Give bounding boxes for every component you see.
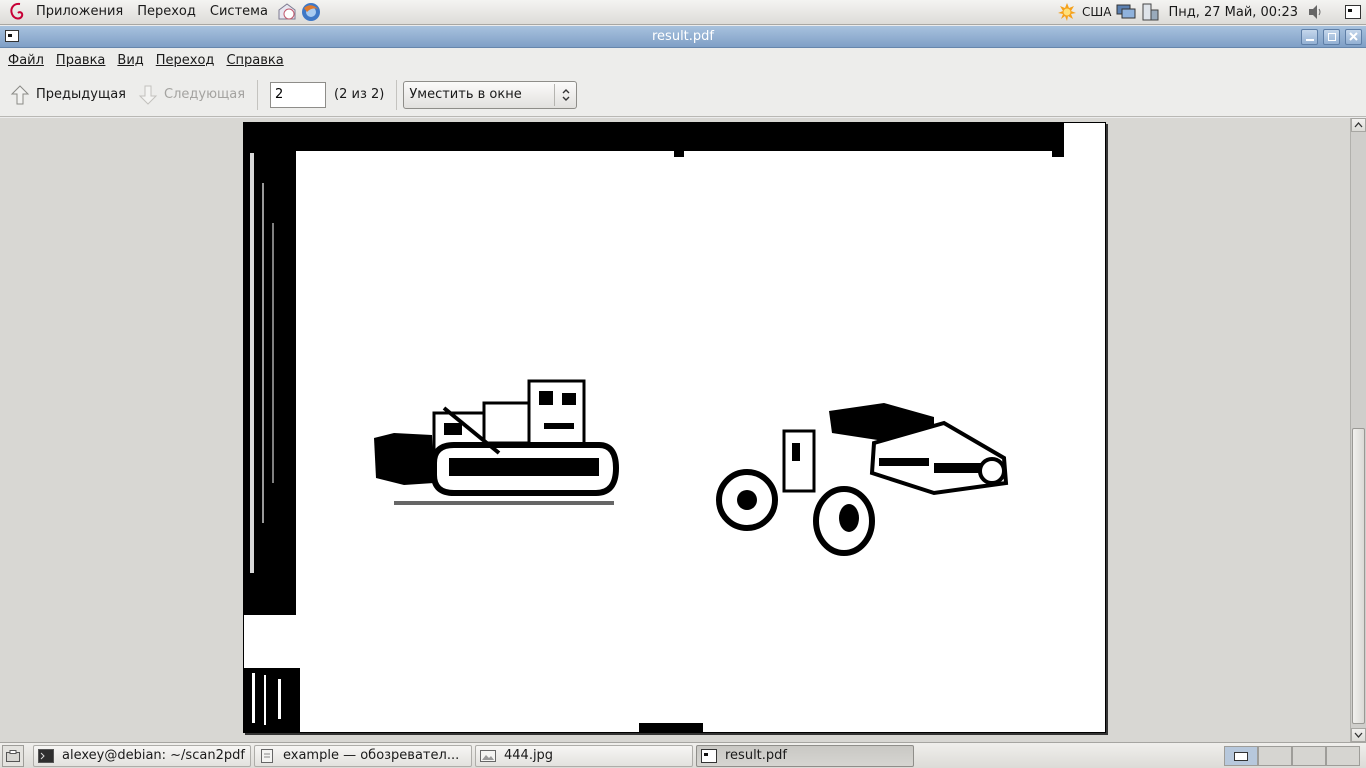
workspace-1[interactable] xyxy=(1224,745,1258,766)
window-titlebar[interactable]: result.pdf xyxy=(0,26,1366,48)
pdf-page xyxy=(243,122,1106,733)
page-number-input[interactable] xyxy=(270,81,327,108)
scrollbar-thumb[interactable] xyxy=(1352,428,1365,724)
next-page-label: Следующая xyxy=(164,87,246,102)
taskbar: alexey@debian: ~/scan2pdf example — обоз… xyxy=(0,742,1366,768)
update-notifier-icon[interactable] xyxy=(1056,1,1078,23)
workspace-switcher xyxy=(1224,745,1360,766)
menu-edit[interactable]: Правка xyxy=(50,49,111,73)
minimize-button[interactable] xyxy=(1301,29,1318,45)
toolbar-separator xyxy=(396,79,398,110)
debian-logo-icon[interactable] xyxy=(7,1,29,23)
mail-clock-launcher-icon[interactable] xyxy=(276,1,298,23)
scroll-down-arrow-icon[interactable] xyxy=(1351,728,1366,742)
file-browser-icon xyxy=(261,748,273,763)
keyboard-layout-indicator[interactable]: США xyxy=(1082,5,1111,19)
panel-clock[interactable]: Пнд, 27 Май, 00:23 xyxy=(1168,5,1298,20)
show-desktop-icon[interactable] xyxy=(2,744,24,767)
window-list-icon[interactable] xyxy=(1342,1,1364,23)
previous-page-button[interactable]: Предыдущая xyxy=(4,77,132,113)
close-button[interactable] xyxy=(1345,29,1362,45)
workspace-2[interactable] xyxy=(1258,745,1292,766)
scroll-up-arrow-icon[interactable] xyxy=(1351,118,1366,132)
panel-menu-places[interactable]: Переход xyxy=(130,0,203,25)
taskbar-item-file-browser[interactable]: example — обозревател... xyxy=(254,744,472,767)
taskbar-item-label: result.pdf xyxy=(725,748,787,763)
menu-view[interactable]: Вид xyxy=(111,49,149,73)
previous-page-label: Предыдущая xyxy=(36,87,126,102)
workspace-3[interactable] xyxy=(1292,745,1326,766)
web-browser-launcher-icon[interactable] xyxy=(300,1,322,23)
taskbar-item-document-viewer[interactable]: result.pdf xyxy=(696,744,914,767)
panel-menu-system[interactable]: Система xyxy=(203,0,275,25)
menu-go[interactable]: Переход xyxy=(150,49,221,73)
workspace-4[interactable] xyxy=(1326,745,1360,766)
taskbar-item-image[interactable]: 444.jpg xyxy=(475,744,693,767)
taskbar-item-label: 444.jpg xyxy=(504,748,554,763)
arrow-up-icon xyxy=(10,84,30,104)
zoom-select[interactable]: Уместить в окне xyxy=(403,80,578,109)
network-icon[interactable] xyxy=(1115,1,1137,23)
terminal-icon xyxy=(38,748,54,763)
taskbar-item-label: example — обозревател... xyxy=(283,748,460,763)
document-view[interactable] xyxy=(0,118,1350,742)
next-page-button[interactable]: Следующая xyxy=(132,77,251,113)
arrow-down-icon xyxy=(138,85,158,105)
image-icon xyxy=(480,749,496,762)
toolbar-separator xyxy=(257,79,259,110)
top-panel: Приложения Переход Система США Пнд, 27 М… xyxy=(0,0,1366,25)
maximize-button[interactable] xyxy=(1323,29,1340,45)
scanned-page-image xyxy=(244,123,1064,732)
toolbar: Предыдущая Следующая (2 из 2) Уместить в… xyxy=(0,73,1366,117)
zoom-select-value: Уместить в окне xyxy=(409,87,522,102)
page-count-label: (2 из 2) xyxy=(334,87,385,102)
vertical-scrollbar[interactable] xyxy=(1350,118,1366,742)
panel-menu-applications[interactable]: Приложения xyxy=(29,0,130,25)
menubar: Файл Правка Вид Переход Справка xyxy=(0,49,1366,73)
battery-icon[interactable] xyxy=(1139,1,1161,23)
document-viewer-icon xyxy=(701,748,717,763)
volume-icon[interactable] xyxy=(1305,1,1327,23)
menu-file[interactable]: Файл xyxy=(2,49,50,73)
window-title: result.pdf xyxy=(652,28,714,44)
taskbar-item-terminal[interactable]: alexey@debian: ~/scan2pdf xyxy=(33,744,251,767)
updown-arrow-icon xyxy=(554,83,576,106)
menu-help[interactable]: Справка xyxy=(220,49,289,73)
taskbar-item-label: alexey@debian: ~/scan2pdf xyxy=(62,748,245,763)
